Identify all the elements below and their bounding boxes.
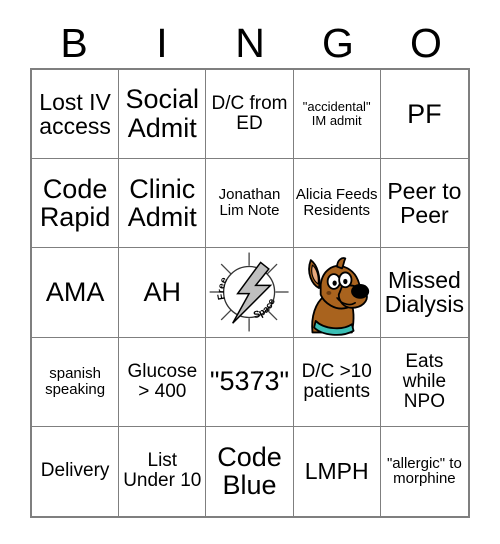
bingo-cell[interactable]: LMPH [294,426,381,516]
bingo-cell-label: Code Rapid [39,173,111,233]
bingo-cell-label: Eats while NPO [402,350,447,412]
bingo-cell-label: Lost IV access [39,88,111,140]
bingo-cell[interactable]: Jonathan Lim Note [206,159,294,249]
bingo-cell[interactable]: List Under 10 [119,426,207,516]
header-letter-i: I [156,20,168,66]
bingo-cell-label: "5373" [209,366,290,397]
header-letter-n: N [235,20,265,66]
bingo-cell-label: Social Admit [125,84,200,144]
bingo-grid: Lost IV access Social Admit D/C from ED … [30,68,470,518]
bingo-cell-label: Missed Dialysis [384,267,464,318]
bingo-cell[interactable]: D/C from ED [206,70,294,160]
bingo-cell-label: spanish speaking [45,364,106,398]
bingo-cell-label: Clinic Admit [127,173,197,233]
bingo-cell-label: D/C >10 patients [301,360,372,402]
bingo-cell[interactable]: Code Rapid [32,159,120,249]
bingo-cell[interactable]: "accidental" IM admit [293,70,381,160]
bingo-cell[interactable]: Lost IV access [32,70,120,160]
bingo-cell[interactable]: Peer to Peer [380,159,468,249]
bingo-cell-scooby[interactable] [293,248,381,338]
bingo-cell[interactable]: PF [380,70,468,160]
free-space-lightning-icon: Free Space [210,253,289,332]
bingo-cell-label: Code Blue [217,441,282,501]
header-letter-o: O [410,20,442,66]
bingo-cell-label: Delivery [40,460,110,482]
header-letter-b: B [60,20,88,66]
bingo-cell-label: Glucose > 400 [127,360,198,402]
bingo-cell-label: AH [143,277,182,308]
bingo-cell[interactable]: spanish speaking [32,337,120,427]
bingo-cell-label: D/C from ED [211,92,288,135]
bingo-cell-free-space[interactable]: Free Space [206,248,294,338]
bingo-cell-label: "allergic" to morphine [386,454,462,488]
bingo-cell-label: LMPH [304,458,369,485]
bingo-cell-label: Peer to Peer [387,177,462,229]
bingo-cell[interactable]: "5373" [206,337,294,427]
bingo-card: B I N G O Lost IV access Social Admit D/… [0,0,500,544]
bingo-cell[interactable]: Delivery [32,426,120,516]
bingo-cell[interactable]: AH [119,248,207,338]
bingo-cell[interactable]: Missed Dialysis [380,248,468,338]
bingo-cell[interactable]: Clinic Admit [119,159,207,249]
bingo-cell[interactable]: "allergic" to morphine [381,427,468,516]
bingo-cell[interactable]: Social Admit [119,70,207,160]
bingo-cell-label: AMA [45,277,105,308]
bingo-cell-label: Jonathan Lim Note [218,186,281,220]
bingo-header: B I N G O [30,18,470,68]
bingo-cell-label: PF [407,98,442,129]
bingo-cell-label: "accidental" IM admit [302,99,371,129]
bingo-cell[interactable]: Code Blue [206,426,294,516]
bingo-cell[interactable]: Glucose > 400 [119,337,207,427]
bingo-cell-label: Alicia Feeds Residents [295,186,378,220]
bingo-cell[interactable]: D/C >10 patients [293,337,381,427]
bingo-cell[interactable]: Alicia Feeds Residents [293,159,381,249]
bingo-cell[interactable]: Eats while NPO [380,338,468,427]
scooby-doo-dog-icon [307,256,369,336]
bingo-cell[interactable]: AMA [32,248,120,338]
header-letter-g: G [322,20,354,66]
bingo-cell-label: List Under 10 [123,450,202,492]
